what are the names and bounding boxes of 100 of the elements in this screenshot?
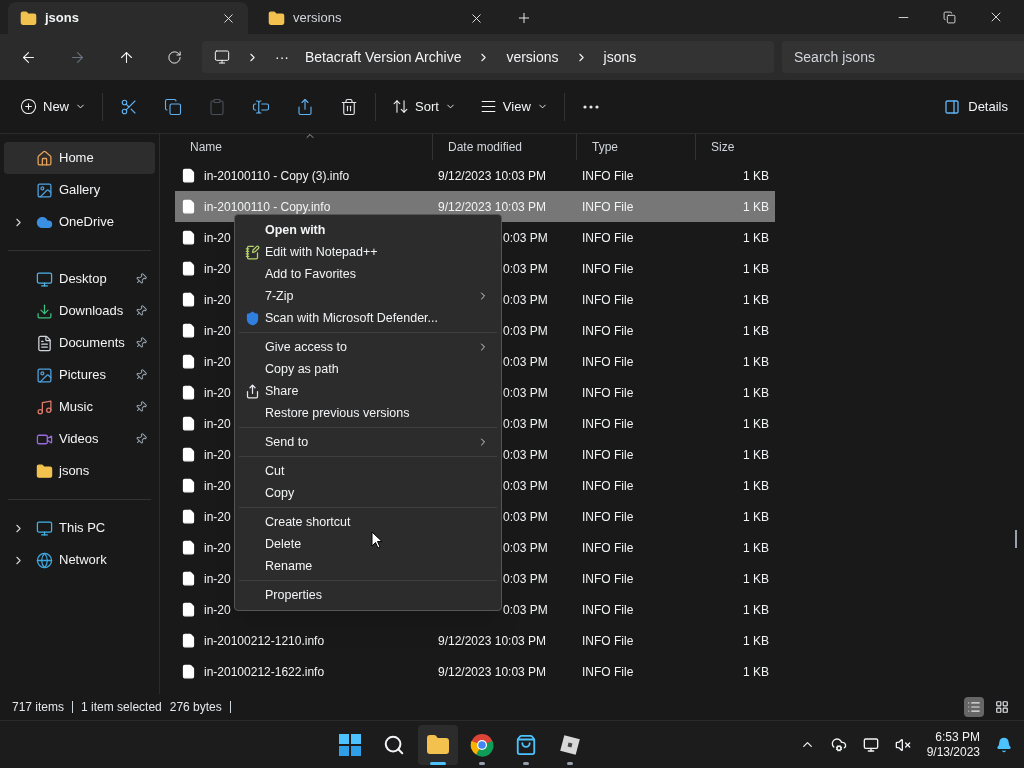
- sidebar-item[interactable]: Home: [4, 142, 155, 174]
- sidebar-item[interactable]: Gallery: [4, 174, 155, 206]
- sidebar-label: Music: [59, 398, 94, 417]
- sort-button[interactable]: Sort: [384, 88, 464, 125]
- sidebar-label: Network: [59, 551, 108, 570]
- menu-item[interactable]: Copy: [239, 482, 497, 504]
- file-row[interactable]: in-20100110 - Copy (3).info 9/12/2023 10:03 PM INFO File 1 KB: [175, 160, 775, 191]
- sidebar-item[interactable]: Desktop: [4, 263, 155, 295]
- sidebar-label: OneDrive: [59, 213, 115, 232]
- date-cell-text: 0:03 PM: [503, 508, 548, 526]
- file-icon: [181, 664, 196, 679]
- download-icon: [36, 302, 53, 320]
- column-header[interactable]: Size: [695, 134, 775, 160]
- sidebar-item[interactable]: OneDrive: [4, 206, 155, 238]
- date-cell-text: 0:03 PM: [503, 291, 548, 309]
- tab[interactable]: jsons: [8, 2, 248, 34]
- menu-item[interactable]: 7-Zip: [239, 285, 497, 307]
- menu-item[interactable]: Delete: [239, 533, 497, 555]
- date-cell-text: 0:03 PM: [503, 229, 548, 247]
- sidebar-item[interactable]: Network: [4, 544, 155, 576]
- menu-item[interactable]: Create shortcut: [239, 511, 497, 533]
- plus-icon: [20, 98, 37, 115]
- sidebar-item[interactable]: Pictures: [4, 359, 155, 391]
- column-header[interactable]: Date modified: [432, 134, 576, 160]
- sidebar-label: Videos: [59, 430, 100, 449]
- clock[interactable]: 6:53 PM 9/13/2023: [926, 729, 980, 760]
- refresh-icon[interactable]: [167, 49, 182, 65]
- new-tab-icon[interactable]: [516, 10, 532, 26]
- menu-item[interactable]: Edit with Notepad++: [239, 241, 497, 263]
- details-button[interactable]: Details: [944, 96, 1008, 117]
- date-cell-text: 0:03 PM: [503, 446, 548, 464]
- address-bar[interactable]: ··· Betacraft Version Archive versions jsons: [202, 41, 774, 73]
- more-crumbs[interactable]: ···: [275, 46, 289, 68]
- type-cell-text: INFO File: [581, 198, 635, 216]
- menu-item[interactable]: Open with: [239, 219, 497, 241]
- file-row[interactable]: in-20100212-1210.info 9/12/2023 10:03 PM INFO File 1 KB: [175, 625, 775, 656]
- grid-logo-icon: [338, 733, 361, 756]
- sidebar-item[interactable]: Documents: [4, 327, 155, 359]
- desktop-icon: [36, 270, 53, 288]
- sidebar-item[interactable]: Videos: [4, 423, 155, 455]
- scrollbar-thumb[interactable]: [1015, 530, 1017, 548]
- file-name: in-20: [204, 446, 231, 464]
- rename-icon: [252, 97, 270, 116]
- file-name: in-20100212-1622.info: [204, 663, 325, 681]
- type-cell-text: INFO File: [581, 415, 635, 433]
- bell-icon[interactable]: [996, 736, 1012, 753]
- scissors-icon: [120, 97, 138, 116]
- restore-icon[interactable]: [943, 10, 956, 24]
- folder-icon: [268, 9, 285, 27]
- size-cell-text: 1 KB: [742, 446, 770, 464]
- view-button[interactable]: View: [471, 88, 556, 125]
- sidebar-label: Pictures: [59, 366, 107, 385]
- file-row[interactable]: in-20100212-1622.info 9/12/2023 10:03 PM INFO File 1 KB: [175, 656, 775, 687]
- type-cell-text: INFO File: [581, 322, 635, 340]
- monitor-icon[interactable]: [862, 736, 879, 753]
- menu-item[interactable]: Cut: [239, 460, 497, 482]
- menu-item[interactable]: Rename: [239, 555, 497, 577]
- menu-item[interactable]: Copy as path: [239, 358, 497, 380]
- file-icon: [181, 323, 196, 338]
- column-header[interactable]: Type: [576, 134, 695, 160]
- sidebar-item[interactable]: Music: [4, 391, 155, 423]
- file-name: in-20: [204, 570, 231, 588]
- house-icon: [36, 149, 53, 167]
- selection-size: 276 bytes: [169, 699, 222, 716]
- type-cell-text: INFO File: [581, 539, 635, 557]
- size-cell-text: 1 KB: [742, 632, 770, 650]
- taskbar-button[interactable]: [417, 724, 458, 765]
- column-header[interactable]: Name: [175, 134, 432, 160]
- menu-item[interactable]: Add to Favorites: [239, 263, 497, 285]
- cloud-icon[interactable]: [830, 736, 847, 753]
- type-cell-text: INFO File: [581, 570, 635, 588]
- tab[interactable]: versions: [256, 2, 496, 34]
- share-icon: [244, 383, 260, 399]
- file-icon: [181, 230, 196, 245]
- breadcrumb[interactable]: versions: [506, 46, 559, 68]
- sidebar-item[interactable]: Downloads: [4, 295, 155, 327]
- search-field[interactable]: Search jsons: [782, 41, 1024, 73]
- file-icon: [181, 385, 196, 400]
- folder-icon: [425, 732, 450, 757]
- date-cell-text: 9/12/2023 10:03 PM: [437, 167, 548, 185]
- file-icon: [181, 602, 196, 617]
- size-cell-text: 1 KB: [742, 601, 770, 619]
- details-view-button[interactable]: [964, 697, 984, 717]
- sidebar-item[interactable]: jsons: [4, 455, 155, 487]
- file-name: in-20: [204, 322, 231, 340]
- menu-item[interactable]: Send to: [239, 431, 497, 453]
- breadcrumb[interactable]: Betacraft Version Archive: [305, 46, 462, 68]
- menu-item[interactable]: Properties: [239, 584, 497, 606]
- menu-item[interactable]: Scan with Microsoft Defender...: [239, 307, 497, 329]
- menu-item[interactable]: Give access to: [239, 336, 497, 358]
- menu-item[interactable]: Restore previous versions: [239, 402, 497, 424]
- breadcrumb[interactable]: jsons: [603, 46, 637, 68]
- sidebar-item[interactable]: This PC: [4, 512, 155, 544]
- sidebar-label: jsons: [59, 462, 91, 481]
- new-button[interactable]: New: [12, 88, 94, 125]
- menu-item[interactable]: Share: [239, 380, 497, 402]
- running-indicator: [478, 761, 485, 765]
- muted-speaker-icon[interactable]: [894, 736, 911, 753]
- sidebar-label: This PC: [59, 519, 107, 538]
- file-name: in-20: [204, 384, 231, 402]
